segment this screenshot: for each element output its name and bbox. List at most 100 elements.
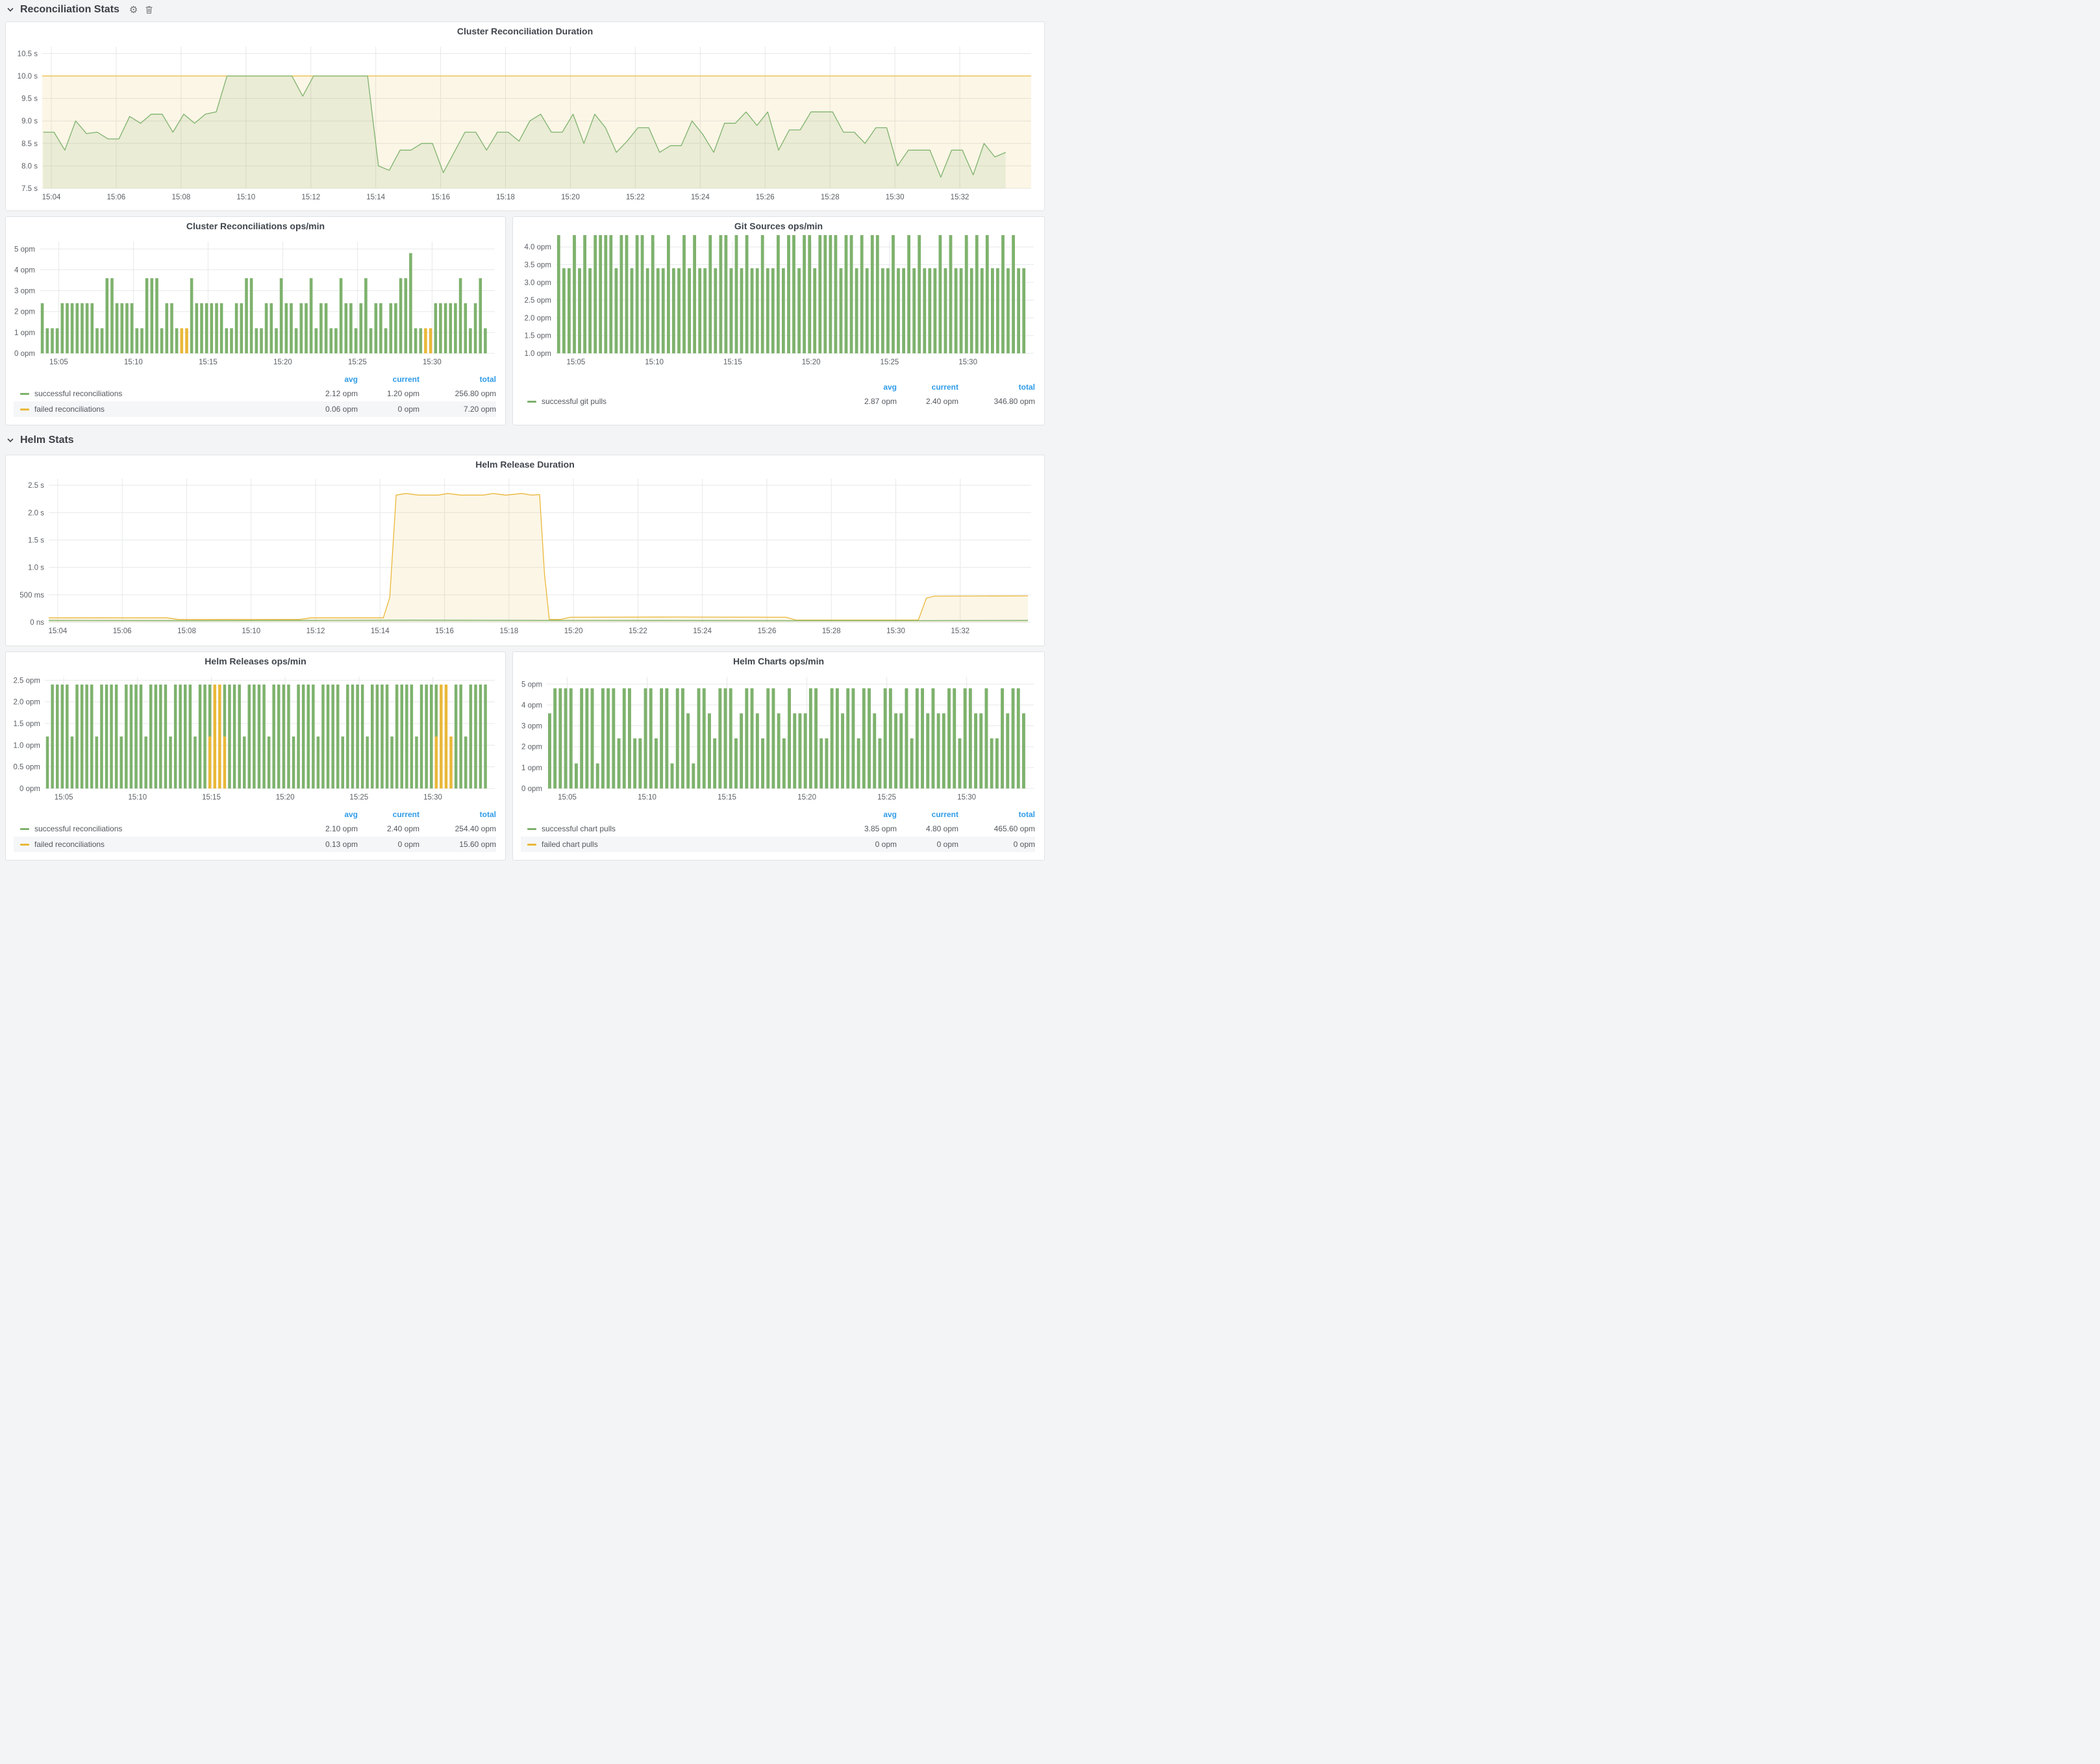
svg-text:15:06: 15:06 xyxy=(113,627,132,635)
legend-series-name[interactable]: successful chart pulls xyxy=(542,824,616,833)
svg-text:15:14: 15:14 xyxy=(371,627,390,635)
legend-col-avg[interactable]: avg xyxy=(296,810,358,819)
legend-value-avg: 2.87 opm xyxy=(835,397,897,406)
svg-text:10.5 s: 10.5 s xyxy=(18,50,38,58)
legend-series-name[interactable]: successful git pulls xyxy=(542,397,606,406)
legend-value-total: 256.80 opm xyxy=(419,389,496,398)
svg-text:1 opm: 1 opm xyxy=(521,764,542,772)
svg-text:15:06: 15:06 xyxy=(107,194,126,201)
legend-col-avg[interactable]: avg xyxy=(835,383,897,392)
chevron-down-icon[interactable] xyxy=(6,436,14,444)
legend-col-avg[interactable]: avg xyxy=(835,810,897,819)
svg-text:2 opm: 2 opm xyxy=(521,744,542,751)
cluster-reconciliations-chart[interactable]: 15:0515:1015:1515:2015:2515:300 opm1 opm… xyxy=(11,235,500,370)
svg-text:15:20: 15:20 xyxy=(273,359,292,366)
trash-icon[interactable] xyxy=(145,5,153,14)
legend-series-name[interactable]: failed reconciliations xyxy=(34,840,105,849)
legend-col-current[interactable]: current xyxy=(897,810,958,819)
chevron-down-icon[interactable] xyxy=(6,6,14,14)
svg-text:2.5 opm: 2.5 opm xyxy=(13,677,40,685)
helm-release-duration-chart[interactable]: 15:0415:0615:0815:1015:1215:1415:1615:18… xyxy=(11,473,1039,642)
svg-text:2.0 opm: 2.0 opm xyxy=(13,699,40,707)
legend-series-name[interactable]: successful reconciliations xyxy=(34,824,122,833)
cluster-reconciliations-legend: avgcurrenttotal successful reconciliation… xyxy=(14,373,496,417)
panel-title[interactable]: Cluster Reconciliation Duration xyxy=(6,22,1044,39)
legend-col-total[interactable]: total xyxy=(419,810,496,819)
panel-title[interactable]: Cluster Reconciliations ops/min xyxy=(6,217,505,234)
svg-text:1 opm: 1 opm xyxy=(14,329,35,337)
svg-text:15:12: 15:12 xyxy=(306,627,325,635)
legend-col-total[interactable]: total xyxy=(958,810,1035,819)
helm-releases-chart[interactable]: 15:0515:1015:1515:2015:2515:300 opm0.5 o… xyxy=(11,670,500,805)
legend-row: successful chart pulls3.85 opm4.80 opm46… xyxy=(521,821,1035,837)
legend-value-avg: 0 opm xyxy=(835,840,897,849)
legend-value-total: 346.80 opm xyxy=(958,397,1035,406)
svg-text:15:10: 15:10 xyxy=(638,794,656,801)
section-header-helm-stats[interactable]: Helm Stats xyxy=(6,431,74,450)
series-color-dash xyxy=(527,401,536,403)
svg-text:15:30: 15:30 xyxy=(423,359,442,366)
svg-text:1.0 s: 1.0 s xyxy=(28,564,44,572)
svg-text:15:20: 15:20 xyxy=(802,359,821,366)
panel-cluster-reconciliations: Cluster Reconciliations ops/min 15:0515:… xyxy=(5,216,506,425)
legend-row: failed chart pulls0 opm0 opm0 opm xyxy=(521,837,1035,852)
panel-title[interactable]: Helm Release Duration xyxy=(6,455,1044,472)
svg-text:15:12: 15:12 xyxy=(301,194,320,201)
svg-text:15:15: 15:15 xyxy=(723,359,742,366)
svg-text:15:28: 15:28 xyxy=(822,627,841,635)
svg-text:5 opm: 5 opm xyxy=(521,681,542,688)
legend-series-name[interactable]: failed chart pulls xyxy=(542,840,598,849)
cluster-reconciliation-duration-chart[interactable]: 15:0415:0615:0815:1015:1215:1415:1615:18… xyxy=(11,40,1039,207)
legend-col-total[interactable]: total xyxy=(419,375,496,384)
legend-row: failed reconciliations0.13 opm0 opm15.60… xyxy=(14,837,496,852)
legend-col-avg[interactable]: avg xyxy=(296,375,358,384)
legend-value-total: 254.40 opm xyxy=(419,824,496,833)
panel-title[interactable]: Git Sources ops/min xyxy=(513,217,1044,234)
svg-text:0.5 opm: 0.5 opm xyxy=(13,764,40,772)
chart-canvas: 15:0515:1015:1515:2015:2515:301.0 opm1.5… xyxy=(518,235,1039,370)
legend-value-total: 7.20 opm xyxy=(419,405,496,414)
svg-text:0 opm: 0 opm xyxy=(521,785,542,793)
svg-text:4 opm: 4 opm xyxy=(14,266,35,274)
legend-col-current[interactable]: current xyxy=(358,810,419,819)
legend-value-current: 0 opm xyxy=(358,405,419,414)
legend-value-total: 465.60 opm xyxy=(958,824,1035,833)
gear-icon[interactable]: ⚙ xyxy=(129,5,138,15)
panel-helm-charts: Helm Charts ops/min 15:0515:1015:1515:20… xyxy=(512,651,1045,861)
svg-text:15:25: 15:25 xyxy=(349,794,368,801)
svg-text:15:30: 15:30 xyxy=(886,194,905,201)
svg-text:8.5 s: 8.5 s xyxy=(21,140,38,148)
legend-series-name[interactable]: successful reconciliations xyxy=(34,389,122,398)
svg-text:15:20: 15:20 xyxy=(561,194,580,201)
svg-text:15:10: 15:10 xyxy=(645,359,664,366)
helm-charts-legend: avgcurrenttotalsuccessful chart pulls3.8… xyxy=(521,808,1035,852)
panel-title[interactable]: Helm Charts ops/min xyxy=(513,652,1044,669)
svg-text:8.0 s: 8.0 s xyxy=(21,162,38,170)
legend-header: avgcurrenttotal xyxy=(521,808,1035,821)
svg-text:15:25: 15:25 xyxy=(880,359,899,366)
legend-series-name[interactable]: failed reconciliations xyxy=(34,405,105,414)
panel-cluster-reconciliation-duration: Cluster Reconciliation Duration 15:04 15:… xyxy=(5,21,1045,211)
legend-header: avgcurrenttotal xyxy=(14,808,496,821)
svg-text:15:20: 15:20 xyxy=(276,794,295,801)
section-header-reconciliation-stats[interactable]: Reconciliation Stats ⚙ xyxy=(6,0,153,19)
section-title[interactable]: Helm Stats xyxy=(20,435,74,446)
legend-col-total[interactable]: total xyxy=(958,383,1035,392)
legend-col-current[interactable]: current xyxy=(897,383,958,392)
svg-text:15:10: 15:10 xyxy=(128,794,147,801)
series-color-dash xyxy=(20,828,29,830)
legend-col-current[interactable]: current xyxy=(358,375,419,384)
git-sources-chart[interactable]: 15:0515:1015:1515:2015:2515:301.0 opm1.5… xyxy=(518,235,1039,370)
svg-text:15:20: 15:20 xyxy=(564,627,583,635)
svg-text:15:04: 15:04 xyxy=(42,194,61,201)
series-color-dash xyxy=(527,828,536,830)
panel-title[interactable]: Helm Releases ops/min xyxy=(6,652,505,669)
svg-text:15:15: 15:15 xyxy=(718,794,736,801)
section-title[interactable]: Reconciliation Stats xyxy=(20,4,119,16)
svg-text:15:24: 15:24 xyxy=(693,627,712,635)
svg-text:15:32: 15:32 xyxy=(951,194,969,201)
panel-git-sources: Git Sources ops/min 15:0515:1015:1515:20… xyxy=(512,216,1045,425)
svg-text:4 opm: 4 opm xyxy=(521,701,542,709)
svg-text:2.0 opm: 2.0 opm xyxy=(524,314,551,322)
helm-charts-chart[interactable]: 15:0515:1015:1515:2015:2515:300 opm1 opm… xyxy=(518,670,1039,805)
